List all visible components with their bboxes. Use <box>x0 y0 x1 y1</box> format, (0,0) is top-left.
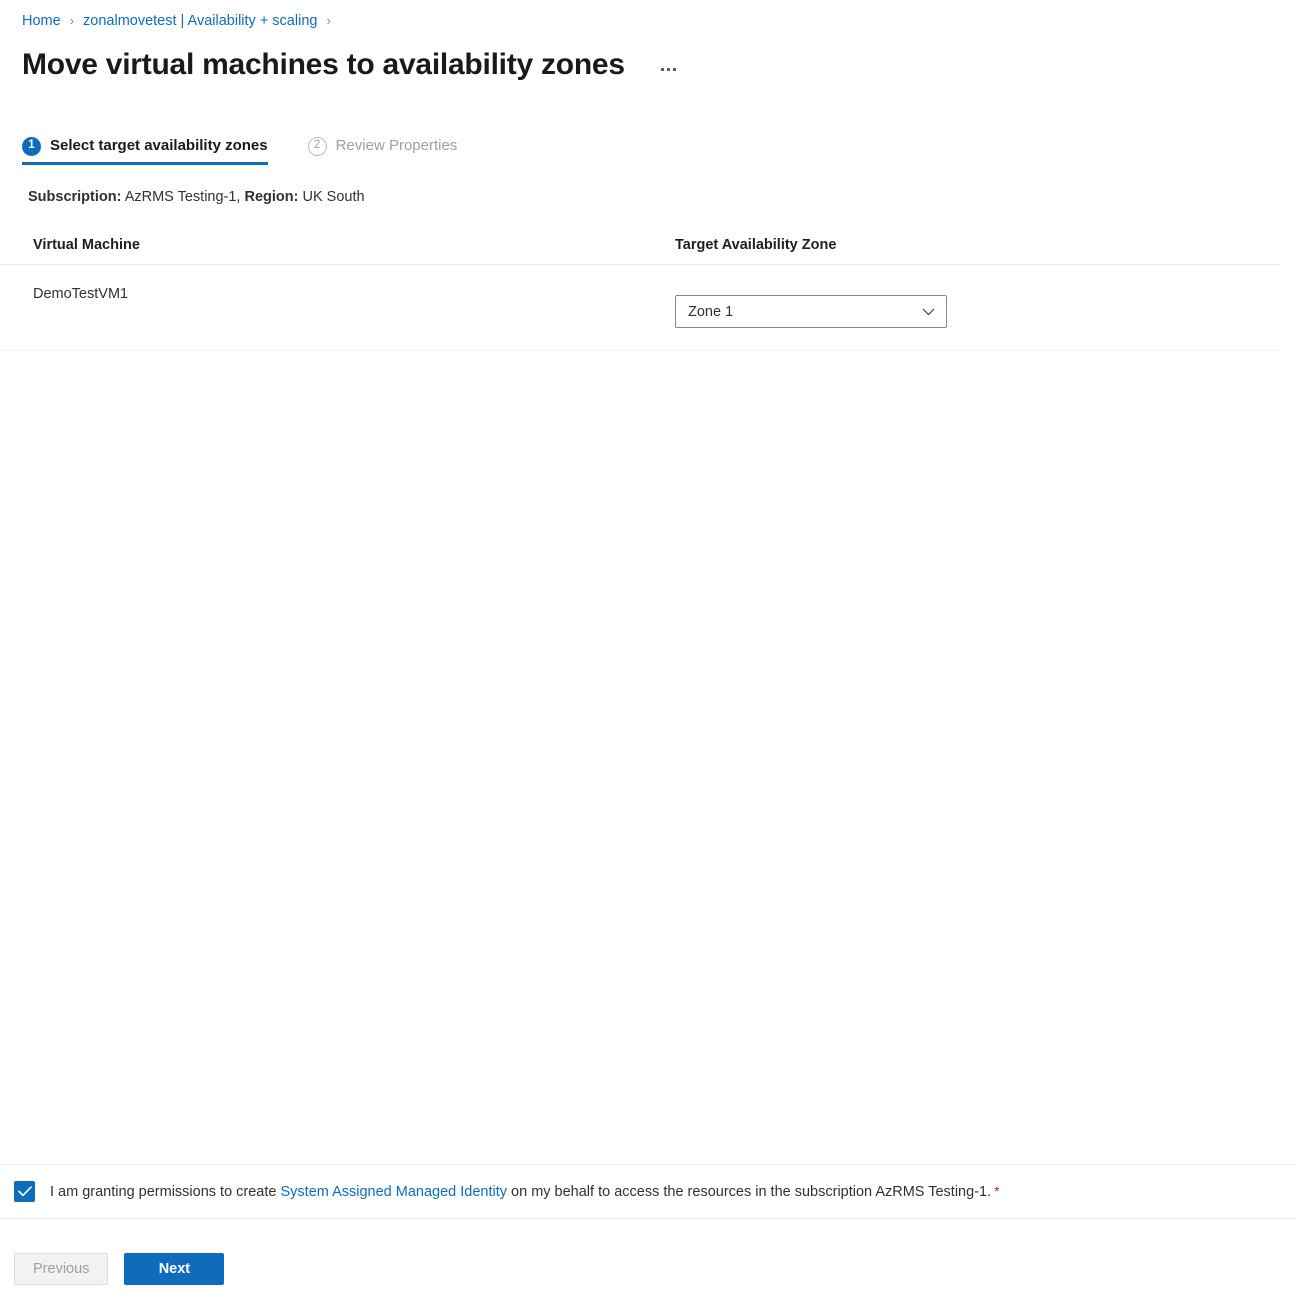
ellipsis-dot <box>673 67 677 71</box>
breadcrumb-item-zonalmovetest[interactable]: zonalmovetest | Availability + scaling <box>83 11 317 31</box>
tab-label: Select target availability zones <box>50 137 268 154</box>
consent-text: I am granting permissions to create Syst… <box>50 1181 1000 1202</box>
table-row: DemoTestVM1 Zone 1 <box>0 265 1280 351</box>
tab-label: Review Properties <box>335 137 458 154</box>
consent-text-before: I am granting permissions to create <box>50 1184 277 1200</box>
vm-zone-table: Virtual Machine Target Availability Zone… <box>0 235 1296 351</box>
breadcrumb-item-home[interactable]: Home <box>22 11 61 31</box>
cell-target-zone: Zone 1 <box>675 283 1280 328</box>
step-number-badge-2: 2 <box>307 136 327 156</box>
tab-select-target-availability-zones[interactable]: 1 Select target availability zones <box>22 136 286 165</box>
subscription-value: AzRMS Testing-1, <box>124 189 241 205</box>
region-value: UK South <box>302 189 365 205</box>
system-assigned-managed-identity-link[interactable]: System Assigned Managed Identity <box>281 1184 508 1200</box>
breadcrumb: Home › zonalmovetest | Availability + sc… <box>0 0 1296 31</box>
step-number-badge-1: 1 <box>22 136 41 156</box>
ellipsis-dot <box>661 67 665 71</box>
wizard-footer-actions: Previous Next <box>0 1241 1296 1297</box>
ellipsis-dot <box>667 67 671 71</box>
consent-checkbox[interactable] <box>14 1181 35 1202</box>
table-header-row: Virtual Machine Target Availability Zone <box>0 235 1280 265</box>
target-zone-selected-value: Zone 1 <box>688 303 734 320</box>
consent-bar: I am granting permissions to create Syst… <box>0 1164 1296 1219</box>
tab-review-properties[interactable]: 2 Review Properties <box>286 136 476 165</box>
cell-virtual-machine-name: DemoTestVM1 <box>33 286 129 302</box>
chevron-down-icon <box>922 308 935 316</box>
wizard-steps: 1 Select target availability zones 2 Rev… <box>0 136 1296 165</box>
more-options-icon[interactable] <box>653 53 685 85</box>
column-header-virtual-machine: Virtual Machine <box>33 237 140 253</box>
page-header: Move virtual machines to availability zo… <box>0 31 1296 85</box>
subscription-region-info: Subscription: AzRMS Testing-1, Region: U… <box>0 165 1296 207</box>
breadcrumb-separator-icon-2: › <box>326 13 331 28</box>
next-button[interactable]: Next <box>124 1253 225 1285</box>
breadcrumb-separator-icon: › <box>69 13 75 28</box>
target-zone-dropdown[interactable]: Zone 1 <box>675 295 947 328</box>
required-asterisk: * <box>994 1183 1000 1199</box>
check-icon <box>17 1186 32 1197</box>
page-title: Move virtual machines to availability zo… <box>22 48 625 81</box>
column-header-target-availability-zone: Target Availability Zone <box>675 237 837 253</box>
previous-button[interactable]: Previous <box>14 1253 109 1285</box>
consent-text-after: on my behalf to access the resources in … <box>511 1184 992 1200</box>
subscription-label: Subscription: <box>28 189 122 205</box>
region-label: Region: <box>244 189 299 205</box>
